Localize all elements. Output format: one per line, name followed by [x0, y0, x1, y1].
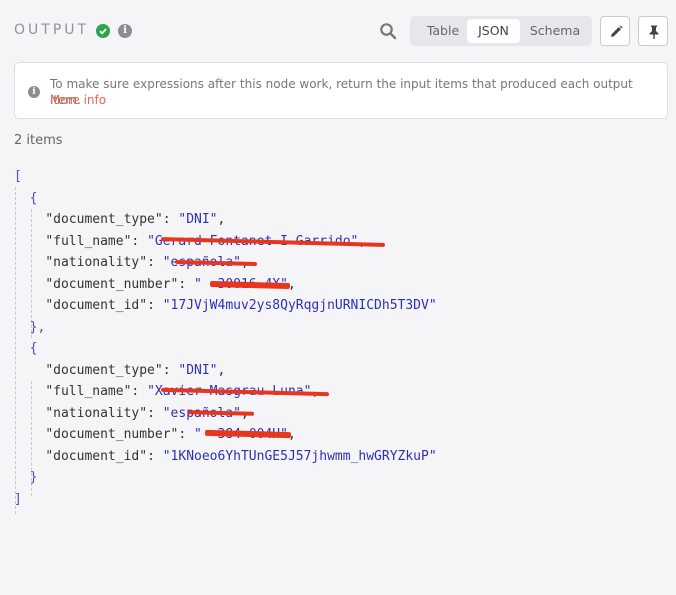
tab-json[interactable]: JSON: [467, 19, 520, 43]
info-icon[interactable]: i: [118, 24, 132, 38]
tab-table[interactable]: Table: [416, 19, 470, 43]
check-circle-icon: [96, 24, 110, 38]
items-count: 2 items: [14, 133, 63, 148]
edit-button[interactable]: [600, 16, 630, 46]
json-view[interactable]: [ { "document_type": "DNI", "full_name":…: [14, 166, 437, 514]
view-switcher: Table JSON Schema: [410, 16, 592, 46]
search-icon[interactable]: [379, 22, 397, 40]
json-field: "nationality": "española",: [14, 403, 437, 425]
notice-text: To make sure expressions after this node…: [50, 77, 633, 107]
pin-button[interactable]: [638, 16, 668, 46]
json-field: "document_type": "DNI",: [45, 212, 226, 227]
json-field: "document_number": " 30016 4X",: [45, 276, 296, 292]
json-field: "nationality": "española",: [14, 252, 437, 274]
json-array-open: [: [14, 169, 22, 184]
panel-title: OUTPUT: [14, 22, 90, 38]
output-header: OUTPUT i Table JSON Schema: [0, 0, 676, 62]
json-field: "full_name": "Xavier Masgrau Luna",: [14, 381, 437, 403]
json-field: "full_name": "Gerard Fontanet I Garrido"…: [14, 231, 437, 253]
json-field: "document_number": " 384 004H",: [45, 427, 296, 442]
info-icon: i: [28, 86, 40, 98]
more-info-link[interactable]: More info: [50, 92, 106, 108]
json-field: "document_id": "1KNoeo6YhTUnGE5J57jhwmm_…: [45, 448, 437, 464]
json-field: "document_type": "DNI",: [45, 362, 226, 378]
notice-banner: i To make sure expressions after this no…: [14, 62, 668, 119]
pencil-icon: [611, 25, 623, 37]
json-array-close: ]: [14, 491, 22, 507]
json-field: "document_id": "17JVjW4muv2ys8QyRqgjnURN…: [45, 298, 437, 313]
tab-schema[interactable]: Schema: [523, 19, 587, 43]
pin-icon: [649, 25, 659, 39]
